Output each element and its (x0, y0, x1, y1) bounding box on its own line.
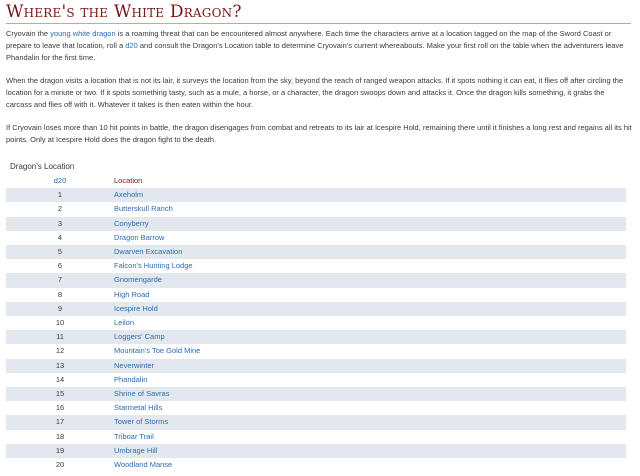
roll-cell: 8 (6, 287, 114, 302)
roll-cell: 11 (6, 330, 114, 345)
table-row: 19 Umbrage Hill (6, 443, 626, 459)
location-column-header: Location (114, 176, 143, 185)
location-link[interactable]: Triboar Trail (114, 429, 626, 444)
document-page: Where's the White Dragon? Cryovain the y… (0, 0, 640, 476)
location-link[interactable]: Mountain's Toe Gold Mine (114, 344, 626, 359)
roll-cell: 17 (6, 415, 114, 430)
roll-cell: 6 (6, 259, 114, 274)
table-row: 9 Icespire Hold (6, 301, 626, 317)
table-row: 4 Dragon Barrow (6, 230, 626, 246)
roll-cell: 18 (6, 429, 114, 444)
roll-cell: 12 (6, 344, 114, 359)
roll-cell: 14 (6, 372, 114, 388)
table-caption: Dragon's Location (10, 162, 75, 171)
d20-link[interactable]: d20 (125, 41, 138, 50)
location-link[interactable]: Icespire Hold (114, 301, 626, 317)
d20-column-header: d20 (53, 176, 67, 185)
table-row: 1 Axeholm (6, 188, 626, 203)
roll-cell: 10 (6, 316, 114, 331)
table-row: 17 Tower of Storms (6, 415, 626, 430)
table-row: 11 Loggers' Camp (6, 330, 626, 345)
table-header-row: d20 Location (6, 174, 626, 188)
table-row: 8 High Road (6, 287, 626, 302)
location-link[interactable]: Axeholm (114, 188, 626, 203)
roll-cell: 1 (6, 188, 114, 203)
table-row: 16 Starmetal Hills (6, 401, 626, 416)
location-link[interactable]: Leilon (114, 316, 626, 331)
location-link[interactable]: Dwarven Excavation (114, 245, 626, 260)
roll-cell: 4 (6, 230, 114, 246)
location-link[interactable]: Loggers' Camp (114, 330, 626, 345)
location-link[interactable]: Conyberry (114, 216, 626, 231)
heading-divider (6, 23, 631, 24)
table-row: 20 Woodland Manse (6, 458, 626, 473)
location-link[interactable]: Dragon Barrow (114, 230, 626, 246)
dragon-retreat-paragraph: If Cryovain loses more than 10 hit point… (6, 123, 632, 144)
roll-cell: 5 (6, 245, 114, 260)
location-link[interactable]: Umbrage Hill (114, 443, 626, 459)
roll-cell: 13 (6, 358, 114, 373)
location-link[interactable]: Starmetal Hills (114, 401, 626, 416)
table-row: 18 Triboar Trail (6, 429, 626, 444)
roll-cell: 2 (6, 202, 114, 217)
location-link[interactable]: Tower of Storms (114, 415, 626, 430)
location-link[interactable]: Woodland Manse (114, 458, 626, 473)
roll-cell: 19 (6, 443, 114, 459)
roll-cell: 20 (6, 458, 114, 473)
intro-paragraph: Cryovain the young white dragon is a roa… (6, 28, 632, 64)
table-row: 6 Falcon's Hunting Lodge (6, 259, 626, 274)
location-link[interactable]: Butterskull Ranch (114, 202, 626, 217)
intro-text-1: Cryovain the (6, 29, 51, 38)
location-link[interactable]: Falcon's Hunting Lodge (114, 259, 626, 274)
location-link[interactable]: Gnomengarde (114, 273, 626, 288)
location-link[interactable]: Neverwinter (114, 358, 626, 373)
table-row: 14 Phandalin (6, 372, 626, 388)
location-link[interactable]: Shrine of Savras (114, 387, 626, 402)
table-row: 2 Butterskull Ranch (6, 202, 626, 217)
young-white-dragon-link[interactable]: young white dragon (50, 29, 115, 38)
roll-cell: 15 (6, 387, 114, 402)
dragon-visit-paragraph: When the dragon visits a location that i… (6, 76, 624, 109)
table-row: 12 Mountain's Toe Gold Mine (6, 344, 626, 359)
roll-cell: 3 (6, 216, 114, 231)
table-body: 1 Axeholm 2 Butterskull Ranch 3 Conyberry 4 Dra… (6, 188, 626, 473)
location-link[interactable]: High Road (114, 287, 626, 302)
table-row: 13 Neverwinter (6, 358, 626, 373)
section-heading: Where's the White Dragon? (6, 2, 242, 22)
roll-cell: 16 (6, 401, 114, 416)
table-row: 15 Shrine of Savras (6, 387, 626, 402)
table-row: 10 Leilon (6, 316, 626, 331)
dragon-location-table: d20 Location 1 Axeholm 2 Butterskull Ranch 3… (6, 174, 626, 473)
roll-cell: 7 (6, 273, 114, 288)
table-row: 3 Conyberry (6, 216, 626, 231)
roll-cell: 9 (6, 301, 114, 317)
location-link[interactable]: Phandalin (114, 372, 626, 388)
table-row: 5 Dwarven Excavation (6, 245, 626, 260)
table-row: 7 Gnomengarde (6, 273, 626, 288)
